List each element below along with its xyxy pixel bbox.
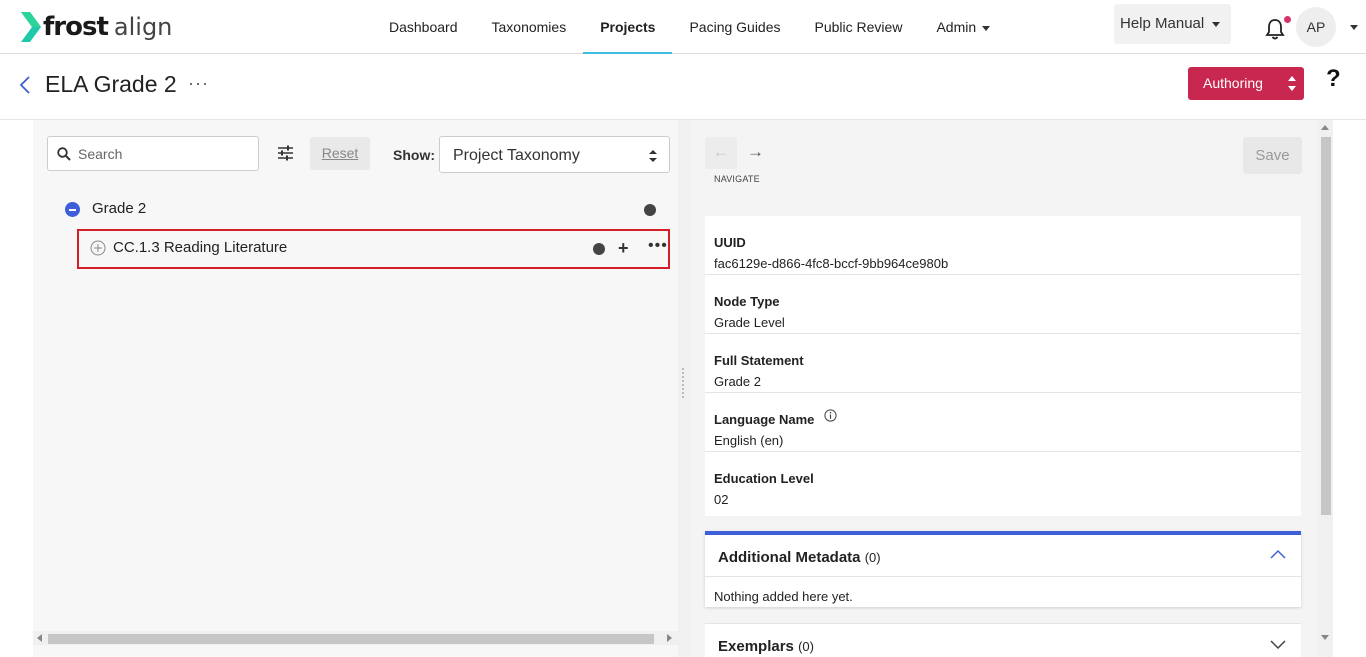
scroll-down-icon[interactable] bbox=[1321, 635, 1329, 640]
empty-state-text: Nothing added here yet. bbox=[714, 589, 853, 604]
field-education-level: Education Level 02 bbox=[705, 452, 1301, 511]
section-title: Additional Metadata (0) bbox=[718, 549, 881, 566]
field-node-type: Node Type Grade Level bbox=[705, 275, 1301, 334]
chevron-up-icon[interactable] bbox=[1270, 549, 1286, 559]
field-key: Node Type bbox=[714, 294, 780, 309]
node-details-panel: ← → NAVIGATE Save UUID fac6129e-d866-4fc… bbox=[690, 120, 1318, 657]
select-arrows-icon bbox=[649, 150, 657, 162]
search-input[interactable] bbox=[78, 143, 248, 165]
section-count: (0) bbox=[798, 639, 814, 654]
show-select-value: Project Taxonomy bbox=[453, 147, 580, 164]
search-box bbox=[47, 136, 259, 171]
field-full-statement: Full Statement Grade 2 bbox=[705, 334, 1301, 393]
plus-circle-icon[interactable] bbox=[90, 240, 106, 256]
nav-projects[interactable]: Projects bbox=[583, 0, 673, 54]
avatar[interactable]: AP bbox=[1296, 7, 1336, 47]
show-select[interactable]: Project Taxonomy bbox=[439, 136, 670, 173]
bell-icon[interactable] bbox=[1264, 18, 1286, 40]
add-icon[interactable]: + bbox=[618, 239, 629, 257]
field-value: fac6129e-d866-4fc8-bccf-9bb964ce980b bbox=[714, 256, 949, 271]
scroll-left-icon[interactable] bbox=[37, 634, 42, 642]
info-icon[interactable] bbox=[824, 409, 837, 422]
help-manual-label: Help Manual bbox=[1120, 15, 1205, 32]
arrow-right-icon[interactable]: → bbox=[747, 137, 767, 169]
frost-align-logo[interactable]: frost align bbox=[21, 10, 172, 44]
logo-text-frost: frost bbox=[43, 12, 109, 42]
show-label: Show: bbox=[393, 147, 435, 163]
field-value: English (en) bbox=[714, 433, 784, 448]
minus-circle-icon[interactable] bbox=[65, 202, 80, 217]
filter-icon[interactable] bbox=[277, 145, 294, 161]
save-button[interactable]: Save bbox=[1243, 137, 1302, 174]
tree-node-label: CC.1.3 Reading Literature bbox=[113, 239, 288, 256]
section-title-text: Exemplars bbox=[718, 638, 794, 655]
help-manual-button[interactable]: Help Manual bbox=[1114, 4, 1231, 44]
section-title-text: Additional Metadata bbox=[718, 549, 861, 566]
chevron-down-icon bbox=[1212, 21, 1221, 27]
logo-text-align: align bbox=[113, 13, 173, 41]
status-dot-icon bbox=[593, 243, 605, 255]
field-key: Full Statement bbox=[714, 353, 804, 368]
field-value: Grade 2 bbox=[714, 374, 761, 389]
authoring-mode-select[interactable]: Authoring bbox=[1188, 67, 1304, 100]
tree-node-label: Grade 2 bbox=[92, 200, 147, 217]
scrollbar-thumb[interactable] bbox=[48, 634, 654, 644]
additional-metadata-header[interactable]: Additional Metadata (0) bbox=[705, 535, 1301, 577]
back-arrow-icon[interactable] bbox=[18, 75, 32, 95]
nav-pacing-guides[interactable]: Pacing Guides bbox=[672, 0, 797, 54]
nav-admin[interactable]: Admin bbox=[919, 0, 1007, 54]
field-value: Grade Level bbox=[714, 315, 785, 330]
taxonomy-tree-panel: Reset Show: Project Taxonomy Grade 2 CC.… bbox=[33, 120, 678, 657]
page-header: ELA Grade 2 ··· Authoring ? bbox=[0, 55, 1366, 120]
field-language-name: Language Name English (en) bbox=[705, 393, 1301, 452]
tree-node-reading-literature[interactable]: CC.1.3 Reading Literature + ••• bbox=[77, 229, 670, 269]
scroll-up-icon[interactable] bbox=[1321, 125, 1329, 130]
more-icon[interactable]: ··· bbox=[188, 73, 209, 94]
chevron-down-icon bbox=[982, 25, 991, 31]
authoring-label: Authoring bbox=[1203, 75, 1263, 91]
field-uuid: UUID fac6129e-d866-4fc8-bccf-9bb964ce980… bbox=[705, 216, 1301, 275]
page-title: ELA Grade 2 bbox=[45, 71, 177, 97]
notification-badge bbox=[1284, 16, 1291, 23]
main-nav: Dashboard Taxonomies Projects Pacing Gui… bbox=[372, 0, 1007, 54]
nav-public-review[interactable]: Public Review bbox=[798, 0, 920, 54]
field-key: Language Name bbox=[714, 412, 815, 427]
reset-button[interactable]: Reset bbox=[310, 137, 370, 170]
drag-handle-icon[interactable] bbox=[682, 368, 685, 398]
nav-taxonomies[interactable]: Taxonomies bbox=[475, 0, 584, 54]
field-key: UUID bbox=[714, 235, 746, 250]
status-dot-icon bbox=[644, 204, 656, 216]
metadata-card: UUID fac6129e-d866-4fc8-bccf-9bb964ce980… bbox=[705, 216, 1301, 516]
nav-dashboard[interactable]: Dashboard bbox=[372, 0, 475, 54]
navigate-label: NAVIGATE bbox=[714, 174, 760, 184]
horizontal-scrollbar[interactable] bbox=[33, 631, 678, 645]
top-navbar: frost align Dashboard Taxonomies Project… bbox=[0, 0, 1366, 54]
arrow-left-icon[interactable]: ← bbox=[705, 137, 737, 169]
pane-splitter[interactable] bbox=[678, 120, 690, 657]
search-icon bbox=[57, 147, 71, 161]
field-key: Education Level bbox=[714, 471, 814, 486]
more-icon[interactable]: ••• bbox=[648, 237, 668, 255]
chevron-down-icon[interactable] bbox=[1270, 640, 1286, 650]
select-arrows-icon bbox=[1288, 76, 1296, 91]
scroll-right-icon[interactable] bbox=[667, 634, 672, 642]
field-value: 02 bbox=[714, 492, 729, 507]
exemplars-section[interactable]: Exemplars (0) bbox=[705, 623, 1301, 657]
logo-chevron-icon bbox=[21, 12, 41, 42]
scrollbar-thumb[interactable] bbox=[1321, 137, 1331, 515]
help-question-icon[interactable]: ? bbox=[1326, 65, 1341, 93]
vertical-scrollbar[interactable] bbox=[1318, 120, 1333, 657]
chevron-down-icon[interactable] bbox=[1350, 25, 1358, 30]
tree-node-grade-2[interactable]: Grade 2 bbox=[47, 196, 670, 222]
additional-metadata-section: Additional Metadata (0) Nothing added he… bbox=[705, 531, 1301, 607]
nav-admin-label: Admin bbox=[936, 19, 977, 35]
section-count: (0) bbox=[864, 550, 881, 565]
section-title: Exemplars (0) bbox=[718, 638, 814, 655]
